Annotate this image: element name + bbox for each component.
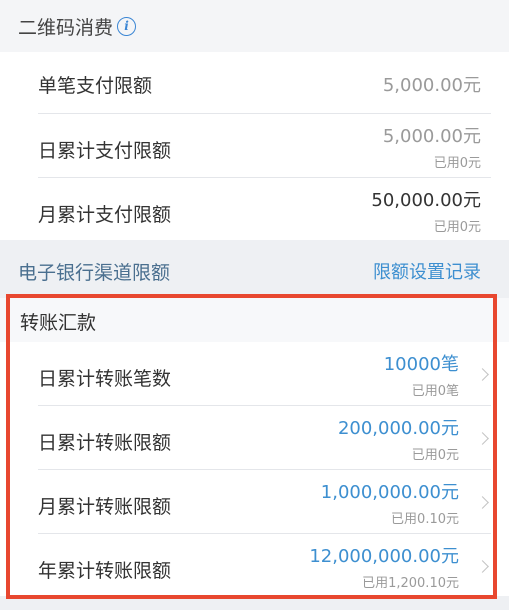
qr-row-monthly-limit: 月累计支付限额 50,000.00元 已用0元 — [0, 178, 509, 240]
row-label: 日累计转账限额 — [38, 432, 172, 454]
qr-section-header: 二维码消费 i — [0, 0, 509, 52]
channel-limit-bar: 电子银行渠道限额 限额设置记录 — [0, 240, 509, 298]
transfer-section-title: 转账汇款 — [20, 312, 97, 334]
row-label: 日累计支付限额 — [38, 140, 172, 162]
chevron-right-icon — [476, 496, 489, 509]
row-value: 12,000,000.00元 — [309, 546, 459, 567]
row-used: 已用0笔 — [411, 384, 459, 399]
qr-row-daily-limit: 日累计支付限额 5,000.00元 已用0元 — [0, 114, 509, 178]
transfer-row-monthly-limit[interactable]: 月累计转账限额 1,000,000.00元 已用0.10元 — [0, 470, 509, 534]
qr-section-title: 二维码消费 — [18, 16, 114, 39]
row-label: 日累计转账笔数 — [38, 368, 172, 390]
row-label: 单笔支付限额 — [38, 75, 153, 97]
chevron-right-icon — [476, 560, 489, 573]
chevron-right-icon — [476, 368, 489, 381]
row-used: 已用0元 — [433, 156, 481, 171]
row-used: 已用0.10元 — [391, 512, 459, 527]
channel-title: 电子银行渠道限额 — [18, 262, 171, 284]
row-value: 200,000.00元 — [337, 418, 459, 439]
limit-history-link[interactable]: 限额设置记录 — [373, 258, 481, 284]
row-label: 年累计转账限额 — [38, 560, 172, 582]
row-used: 已用0元 — [433, 220, 481, 235]
row-value: 10000笔 — [383, 354, 459, 375]
row-value: 50,000.00元 — [371, 190, 481, 211]
row-value: 5,000.00元 — [382, 75, 481, 96]
transfer-section-header: 转账汇款 — [0, 298, 509, 342]
row-used: 已用1,200.10元 — [362, 576, 459, 591]
transfer-row-daily-count[interactable]: 日累计转账笔数 10000笔 已用0笔 — [0, 342, 509, 406]
row-value: 1,000,000.00元 — [320, 482, 459, 503]
transfer-row-yearly-limit[interactable]: 年累计转账限额 12,000,000.00元 已用1,200.10元 — [0, 534, 509, 596]
row-label: 月累计转账限额 — [38, 496, 172, 518]
chevron-right-icon — [476, 432, 489, 445]
row-value: 5,000.00元 — [382, 126, 481, 147]
row-label: 月累计支付限额 — [38, 204, 172, 226]
info-icon[interactable]: i — [117, 16, 137, 36]
qr-row-single-limit: 单笔支付限额 5,000.00元 — [0, 52, 509, 114]
row-used: 已用0元 — [411, 448, 459, 463]
transfer-row-daily-limit[interactable]: 日累计转账限额 200,000.00元 已用0元 — [0, 406, 509, 470]
